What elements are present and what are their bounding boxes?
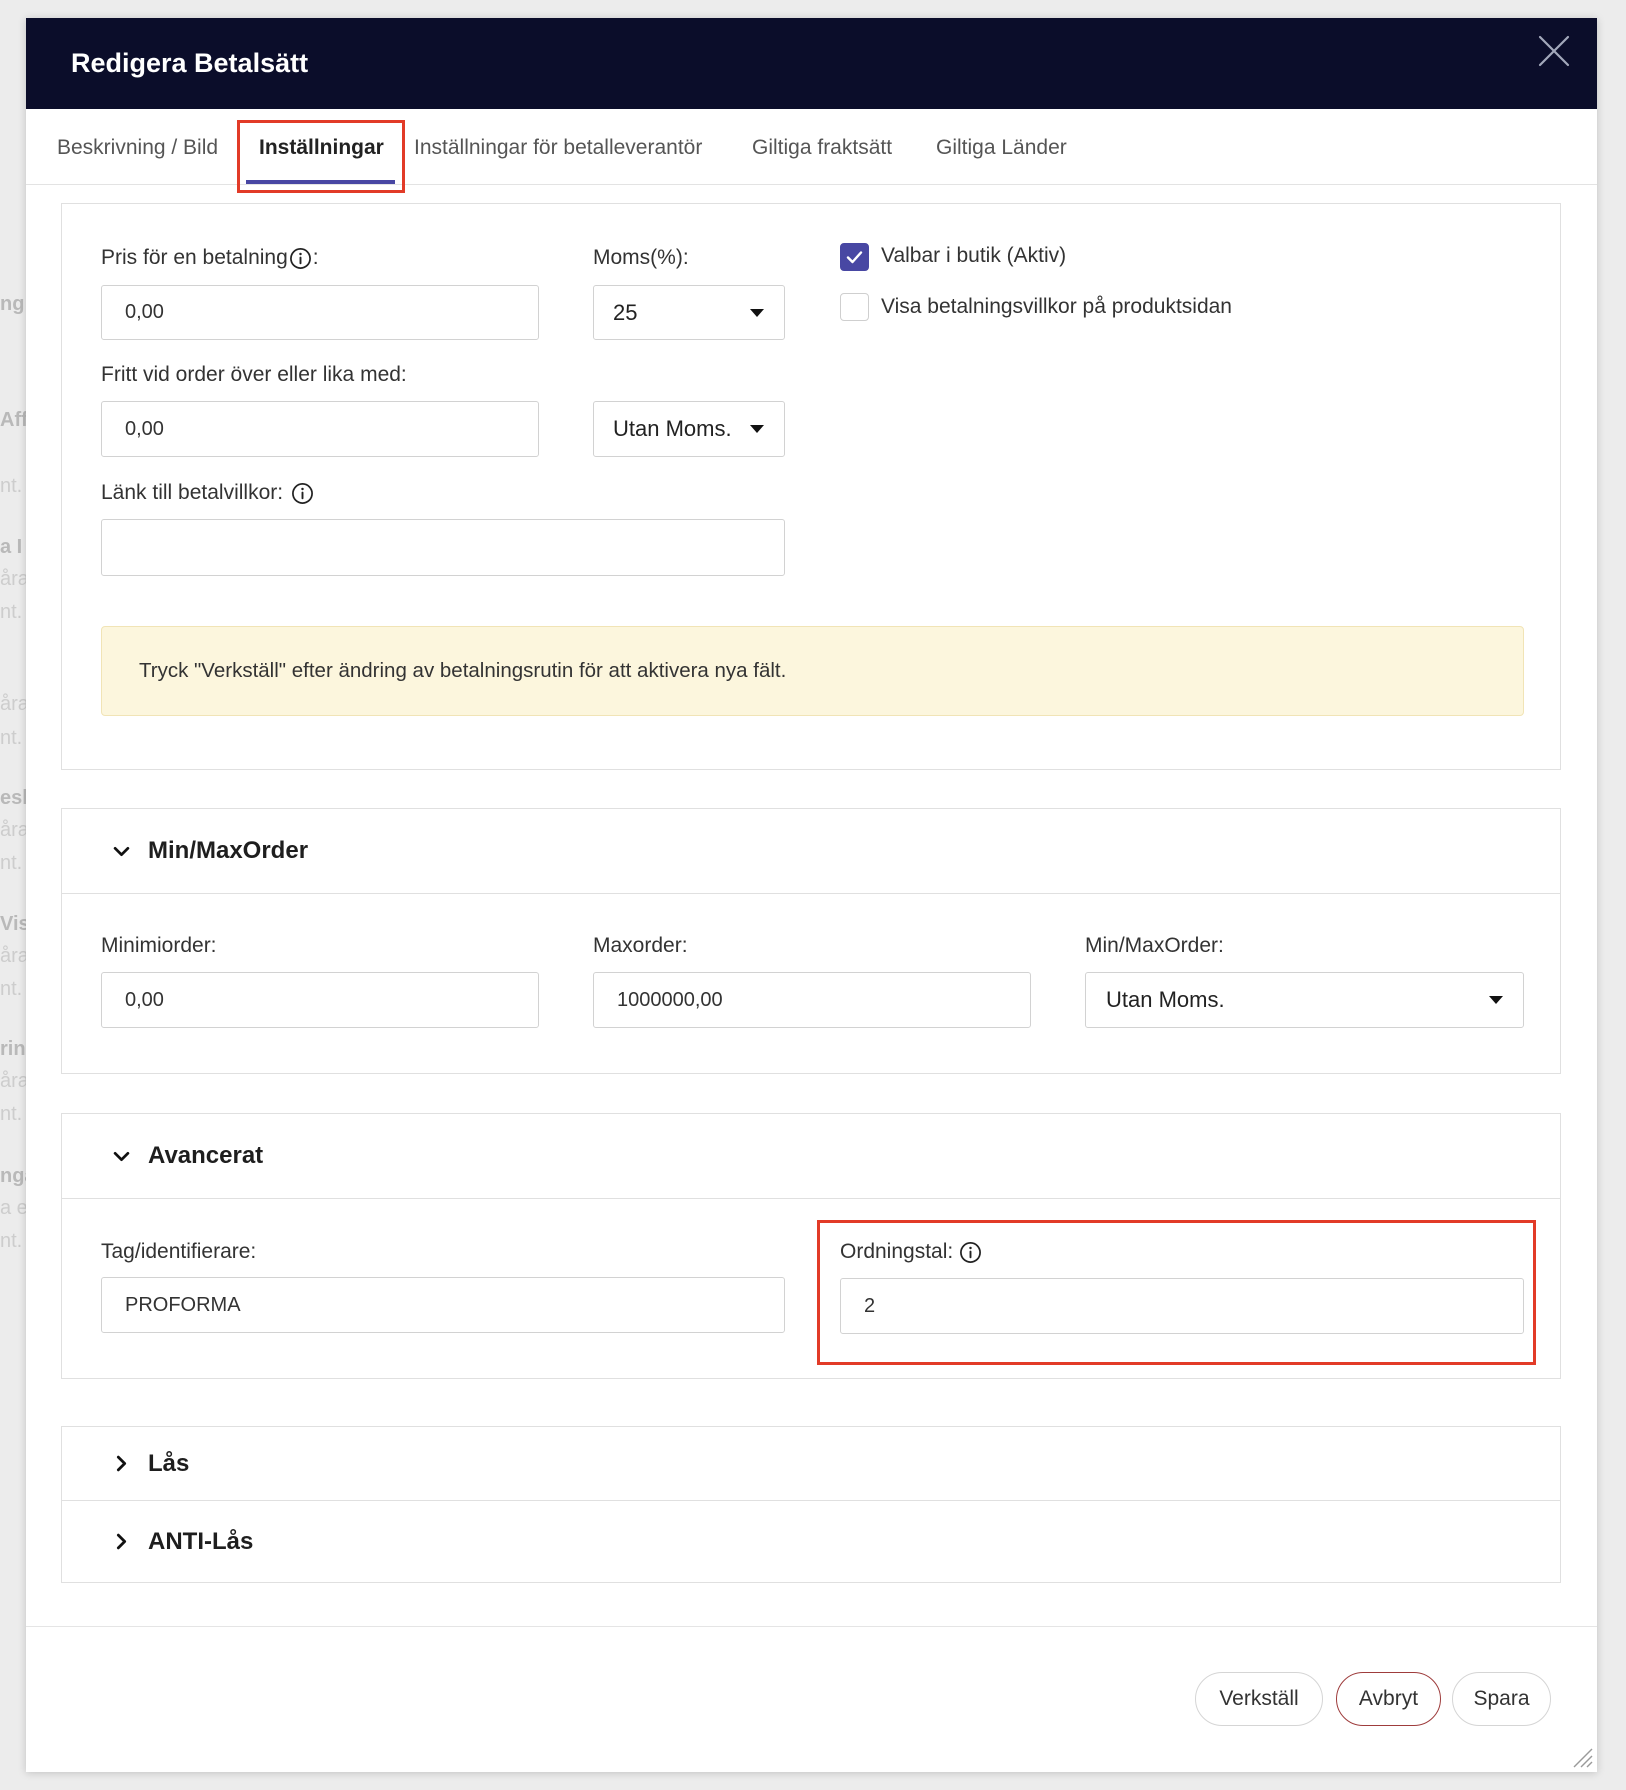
chevron-right-icon [113,1533,130,1550]
minmax-vat-label-text: Min/MaxOrder: [1085,934,1224,957]
show-terms-checkbox-label-text: Visa betalningsvillkor på produktsidan [881,295,1232,318]
tag-label: Tag/identifierare: [101,1239,256,1265]
bg-fragment: a e [0,1197,28,1219]
terms-link-label: Länk till betalvillkor: [101,480,314,506]
bg-fragment: rin [0,1038,26,1060]
terms-link-label-text: Länk till betalvillkor: [101,481,284,504]
price-label: Pris för en betalning : [101,245,319,271]
save-button[interactable]: Spara [1452,1672,1551,1726]
cancel-button[interactable]: Avbryt [1336,1672,1441,1726]
bg-fragment: nt. [0,475,23,497]
min-order-label-text: Minimiorder: [101,934,217,957]
max-order-label: Maxorder: [593,933,688,959]
sort-order-label: Ordningstal: [840,1239,982,1265]
chevron-down-icon [113,843,130,860]
tag-input[interactable] [101,1277,785,1333]
free-shipping-vat-value: Utan Moms. [613,416,732,441]
sort-order-label-text: Ordningstal: [840,1240,954,1263]
advanced-header[interactable]: Avancerat [62,1114,1560,1199]
vat-label-text: Moms(%): [593,246,689,269]
price-input[interactable] [101,285,539,340]
vat-select[interactable]: 25 [593,285,785,340]
bg-fragment: nt. [0,852,23,874]
bg-fragment: åra [0,819,29,841]
free-shipping-label: Fritt vid order över eller lika med: [101,362,407,388]
bg-fragment: nt. [0,978,23,1000]
locks-panel: Lås ANTI-Lås [61,1426,1561,1583]
modal-header: Redigera Betalsätt [26,18,1597,109]
close-icon [1538,35,1570,67]
modal-title: Redigera Betalsätt [71,48,309,78]
minmax-header[interactable]: Min/MaxOrder [62,809,1560,894]
lock-section[interactable]: Lås [62,1427,1560,1501]
bg-fragment: åra [0,1070,29,1092]
minmax-vat-value: Utan Moms. [1106,987,1225,1012]
minmax-panel: Min/MaxOrder Minimiorder: Maxorder: Min/… [61,808,1561,1074]
bg-fragment: åra [0,945,29,967]
caret-down-icon [1489,996,1503,1004]
tab-active-underline [246,180,395,184]
sort-order-input[interactable] [840,1278,1524,1334]
minmax-title: Min/MaxOrder [148,837,309,864]
caret-down-icon [750,309,764,317]
bg-fragment: ng [0,293,25,315]
notice-text: Tryck "Verkställ" efter ändring av betal… [139,659,787,682]
tab-provider-settings[interactable]: Inställningar för betalleverantör [414,109,702,187]
bg-fragment: nt. [0,601,23,623]
terms-link-input[interactable] [101,519,785,576]
tab-description-image[interactable]: Beskrivning / Bild [57,109,218,187]
bg-fragment: nt. [0,1230,23,1252]
general-panel: Pris för en betalning : Moms(%): 25 Valb… [61,203,1561,770]
bg-fragment: nt. [0,727,23,749]
vat-label: Moms(%): [593,245,689,271]
anti-lock-section[interactable]: ANTI-Lås [62,1501,1560,1582]
minmax-vat-label: Min/MaxOrder: [1085,933,1224,959]
max-order-input[interactable] [593,972,1031,1028]
tab-countries[interactable]: Giltiga Länder [936,109,1067,187]
tag-label-text: Tag/identifierare: [101,1240,257,1263]
bg-fragment: nt. [0,1103,23,1125]
chevron-down-icon [113,1148,130,1165]
minmax-vat-select[interactable]: Utan Moms. [1085,972,1524,1028]
footer-divider [26,1626,1597,1627]
show-terms-checkbox-label[interactable]: Visa betalningsvillkor på produktsidan [881,294,1232,320]
price-label-colon: : [312,246,319,269]
free-shipping-label-text: Fritt vid order över eller lika med: [101,363,407,386]
bg-fragment: åra [0,568,29,590]
free-shipping-input[interactable] [101,401,539,457]
free-shipping-vat-select[interactable]: Utan Moms. [593,401,785,457]
active-checkbox-label-text: Valbar i butik (Aktiv) [881,244,1067,267]
vat-select-value: 25 [613,300,638,325]
resize-handle-icon[interactable] [1572,1747,1593,1768]
active-checkbox[interactable] [840,243,869,271]
max-order-label-text: Maxorder: [593,934,688,957]
bg-fragment: åra [0,693,29,715]
advanced-title: Avancerat [148,1142,264,1169]
price-label-text: Pris för en betalning [101,246,288,269]
apply-button[interactable]: Verkställ [1195,1672,1323,1726]
check-icon [846,251,863,264]
lock-title: Lås [148,1450,190,1477]
active-checkbox-label[interactable]: Valbar i butik (Aktiv) [881,243,1066,269]
info-icon[interactable] [289,247,312,270]
caret-down-icon [750,425,764,433]
bg-fragment: a I [0,536,23,558]
notice-box: Tryck "Verkställ" efter ändring av betal… [101,626,1524,716]
show-terms-checkbox[interactable] [840,293,869,321]
tab-settings[interactable]: Inställningar [259,109,384,187]
info-icon[interactable] [959,1241,982,1264]
min-order-input[interactable] [101,972,539,1028]
tab-shipping-methods[interactable]: Giltiga fraktsätt [752,109,892,187]
anti-lock-title: ANTI-Lås [148,1528,254,1555]
tab-bar: Beskrivning / Bild Inställningar Inställ… [26,109,1597,193]
min-order-label: Minimiorder: [101,933,217,959]
modal-dialog: Redigera Betalsätt Beskrivning / Bild In… [26,18,1597,1772]
advanced-panel: Avancerat Tag/identifierare: Ordningstal… [61,1113,1561,1379]
info-icon[interactable] [291,482,314,505]
close-button[interactable] [1537,34,1571,68]
chevron-right-icon [113,1455,130,1472]
